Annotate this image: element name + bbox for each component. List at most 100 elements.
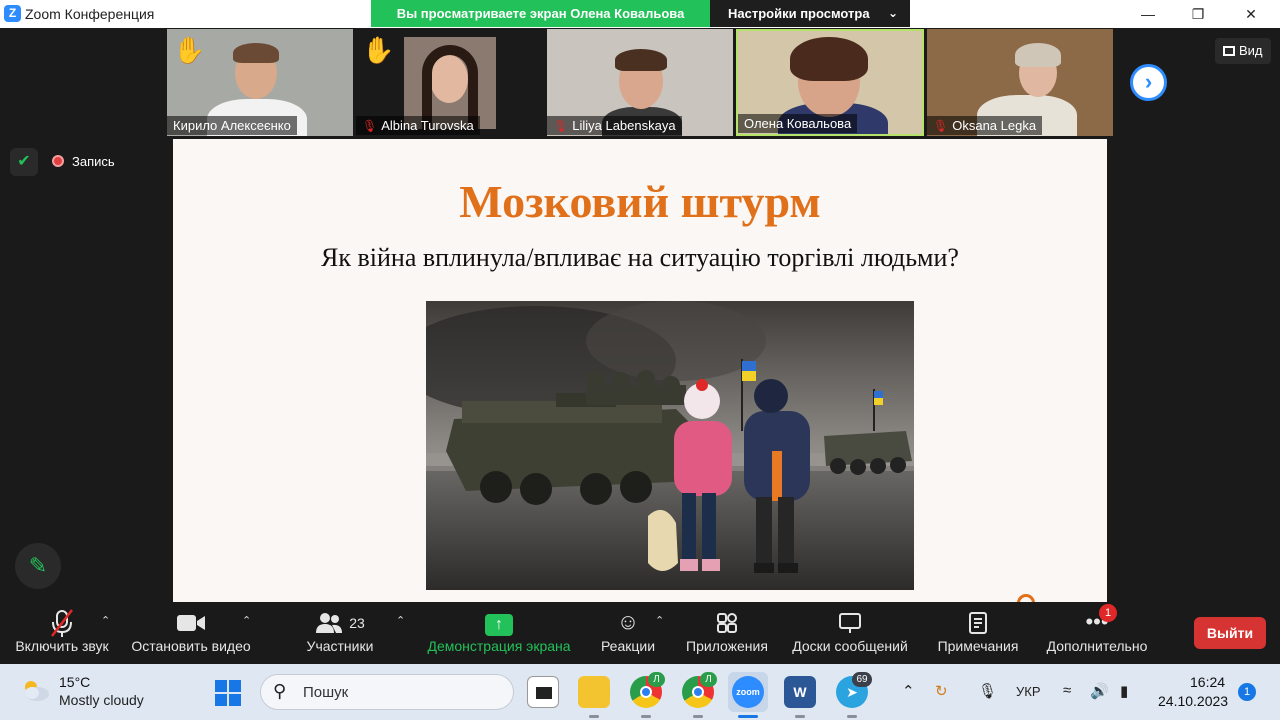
close-button[interactable]: ✕	[1228, 0, 1274, 28]
participants-options-caret-icon[interactable]: ⌃	[396, 614, 405, 627]
running-indicator	[641, 715, 651, 718]
more-label: Дополнительно	[1046, 638, 1148, 654]
video-tile[interactable]: ✋ Кирило Алексеєнко	[167, 29, 353, 136]
mic-muted-icon	[10, 602, 114, 638]
chevron-up-icon[interactable]: ⌃	[902, 682, 915, 700]
file-explorer-icon[interactable]	[578, 676, 610, 708]
zoom-logo-icon: Z	[4, 5, 21, 22]
reactions-options-caret-icon[interactable]: ⌃	[655, 614, 664, 627]
chevron-down-icon: ⌄	[887, 6, 898, 20]
participant-name: Liliya Labenskaya	[572, 118, 676, 133]
running-indicator	[589, 715, 599, 718]
annotate-pencil-button[interactable]: ✎	[15, 543, 61, 589]
recording-indicator[interactable]: Запись	[52, 154, 115, 169]
windows-start-button[interactable]	[215, 680, 241, 706]
minimize-button[interactable]: —	[1125, 0, 1171, 28]
wifi-icon[interactable]: ≈	[1063, 682, 1071, 699]
recording-label: Запись	[72, 154, 115, 169]
grid-icon	[1223, 46, 1235, 56]
task-view-icon[interactable]	[527, 676, 559, 708]
notification-count-badge[interactable]: 1	[1238, 683, 1256, 701]
security-shield-icon[interactable]: ✔	[10, 148, 38, 176]
language-indicator[interactable]: УКР	[1016, 684, 1041, 699]
view-settings-button[interactable]: Настройки просмотра ⌄	[710, 0, 910, 27]
maximize-button[interactable]: ❐	[1175, 0, 1221, 28]
notes-label: Примечания	[937, 638, 1019, 654]
participants-button[interactable]: 23 Участники	[300, 602, 380, 664]
volume-icon[interactable]: 🔊	[1090, 682, 1109, 700]
video-tile-active-speaker[interactable]: Олена Ковальова	[736, 29, 924, 136]
battery-icon[interactable]: ▮	[1120, 682, 1128, 700]
stop-video-button[interactable]: Остановить видео	[128, 602, 254, 664]
participant-name: Oksana Legka	[952, 118, 1037, 133]
clock-date[interactable]: 24.10.2023	[1158, 693, 1228, 709]
participant-name: Albina Turovska	[381, 118, 474, 133]
reactions-label: Реакции	[600, 638, 656, 654]
smiley-icon: ☺	[616, 609, 640, 634]
slide-photo	[426, 301, 914, 590]
slide-title: Мозковий штурм	[459, 176, 821, 227]
word-app-icon[interactable]: W	[784, 676, 816, 708]
apps-icon	[682, 602, 772, 638]
video-tile[interactable]: ✋ 🎙 Albina Turovska	[356, 29, 542, 136]
next-page-arrow-button[interactable]: ›	[1130, 64, 1167, 101]
participants-label: Участники	[306, 638, 374, 654]
app-title: Zoom Конференция	[25, 6, 155, 22]
cloud-sun-icon	[25, 681, 49, 701]
whiteboard-icon	[786, 602, 914, 638]
participants-icon: 23	[300, 602, 380, 638]
mic-muted-icon: 🎙	[553, 119, 569, 133]
whiteboards-label: Доски сообщений	[792, 638, 908, 654]
reactions-button[interactable]: ☺ Реакции	[598, 602, 658, 664]
stop-video-label: Остановить видео	[131, 638, 251, 654]
zoom-app-icon[interactable]: zoom	[728, 672, 768, 712]
participant-name: Кирило Алексеєнко	[167, 116, 297, 135]
taskbar-search[interactable]: ⚲ Пошук	[260, 674, 514, 710]
participant-name-label: 🎙 Oksana Legka	[927, 116, 1043, 135]
video-options-caret-icon[interactable]: ⌃	[242, 614, 251, 627]
participant-name-label: 🎙 Albina Turovska	[356, 116, 480, 135]
apps-button[interactable]: Приложения	[682, 602, 772, 664]
running-indicator	[795, 715, 805, 718]
whiteboards-button[interactable]: Доски сообщений	[786, 602, 914, 664]
participant-name-label: 🎙 Liliya Labenskaya	[547, 116, 682, 135]
video-tile[interactable]: 🎙 Oksana Legka	[927, 29, 1113, 136]
meeting-toolbar: Включить звук ⌃ Остановить видео ⌃ 23 Уч…	[0, 602, 1280, 664]
windows-taskbar: 15°C Mostly cloudy ⚲ Пошук Л Л zoom W ➤ …	[0, 664, 1280, 720]
title-bar: Z Zoom Конференция Вы просматриваете экр…	[0, 0, 1280, 28]
chrome-profile-badge: Л	[700, 672, 717, 687]
share-screen-label: Демонстрация экрана	[427, 638, 571, 654]
raised-hand-icon: ✋	[173, 35, 206, 65]
search-placeholder: Пошук	[303, 684, 349, 701]
apps-label: Приложения	[686, 638, 768, 654]
shared-screen-slide: Мозковий штурм Як війна вплинула/впливає…	[173, 139, 1107, 602]
search-icon: ⚲	[273, 681, 287, 701]
weather-description: Mostly cloudy	[59, 692, 144, 708]
active-indicator	[738, 715, 758, 718]
running-indicator	[693, 715, 703, 718]
slide-subtitle: Як війна вплинула/впливає на ситуацію то…	[321, 243, 959, 272]
clock-time[interactable]: 16:24	[1190, 674, 1225, 690]
video-tile[interactable]: 🎙 Liliya Labenskaya	[547, 29, 733, 136]
screen-share-banner: Вы просматриваете экран Олена Ковальова	[371, 0, 710, 27]
notes-button[interactable]: Примечания	[932, 602, 1024, 664]
chrome-profile-badge: Л	[648, 672, 665, 687]
microphone-icon[interactable]: 🎙	[978, 682, 997, 700]
more-button[interactable]: ••• Дополнительно	[1040, 602, 1154, 664]
weather-temperature: 15°C	[59, 674, 91, 690]
leave-meeting-button[interactable]: Выйти	[1194, 617, 1266, 649]
share-screen-button[interactable]: ↑ Демонстрация экрана	[420, 602, 578, 664]
pointer-indicator	[1017, 594, 1035, 602]
view-button-label: Вид	[1239, 43, 1263, 58]
view-button[interactable]: Вид	[1215, 38, 1271, 64]
participant-name: Олена Ковальова	[738, 114, 858, 133]
more-dots-icon: •••	[1085, 609, 1109, 634]
sync-icon[interactable]: ↻	[935, 682, 948, 700]
unmute-button[interactable]: Включить звук	[10, 602, 114, 664]
telegram-unread-badge: 69	[852, 672, 872, 687]
audio-options-caret-icon[interactable]: ⌃	[101, 614, 110, 627]
running-indicator	[847, 715, 857, 718]
participants-count: 23	[349, 615, 365, 632]
raised-hand-icon: ✋	[362, 35, 395, 65]
share-arrow-icon: ↑	[485, 614, 513, 636]
